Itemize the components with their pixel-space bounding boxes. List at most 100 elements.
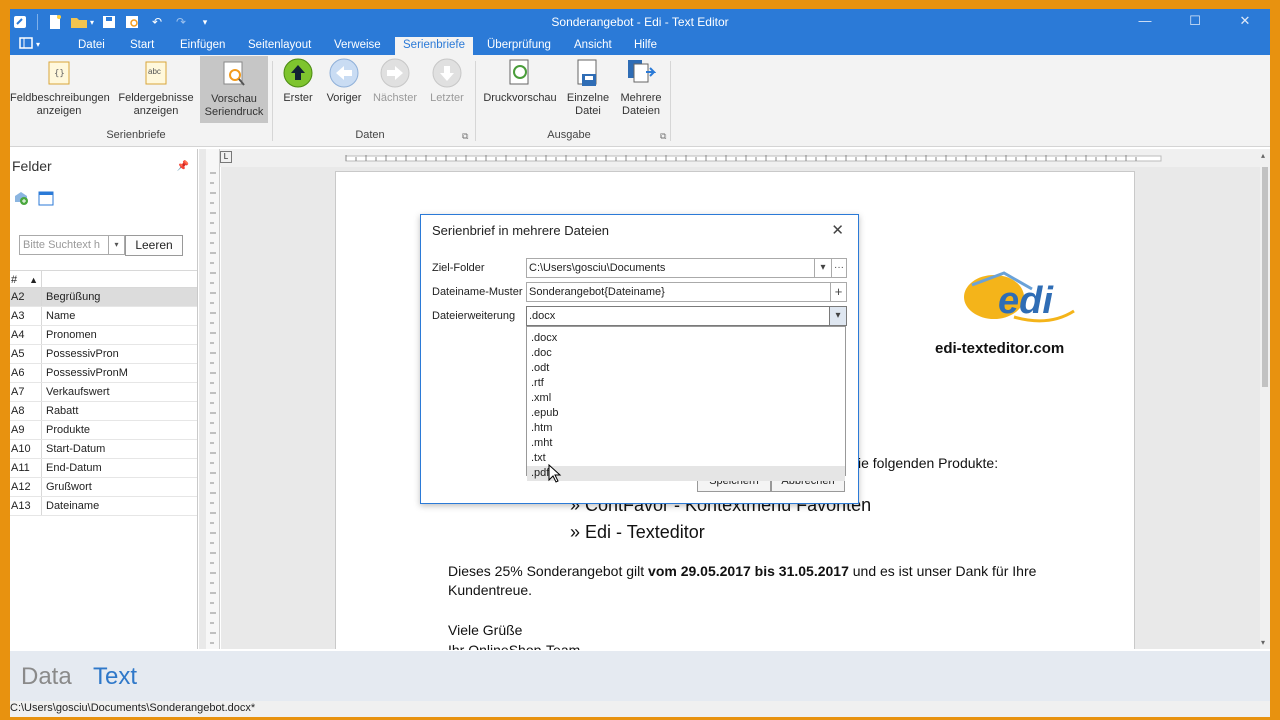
- field-id-cell: A13: [10, 497, 42, 515]
- field-name-cell: End-Datum: [46, 462, 102, 474]
- tab-ansicht[interactable]: Ansicht: [574, 37, 612, 55]
- table-row[interactable]: A3 Name: [10, 307, 197, 326]
- field-name-cell: Begrüßung: [46, 291, 101, 303]
- bottom-view-switcher: Data Text: [10, 651, 1270, 701]
- tab-datei[interactable]: Datei: [78, 37, 105, 55]
- field-search-input[interactable]: Bitte Suchtext h: [19, 235, 109, 255]
- first-record-button[interactable]: Erster: [280, 58, 316, 105]
- fields-panel-title: Felder: [12, 158, 52, 174]
- doc-paragraph-end: Kundentreue.: [448, 582, 533, 598]
- edi-logo: edi: [954, 267, 1084, 334]
- extension-dropdown-list: .docx .doc .odt .rtf .xml .epub .htm .mht .txt .p…: [526, 326, 846, 481]
- field-descriptions-label: Feldbeschreibungen anzeigen: [10, 92, 110, 117]
- extension-option[interactable]: .rtf: [527, 376, 845, 391]
- vertical-scrollbar[interactable]: ▴ ▾: [1260, 149, 1270, 649]
- field-name-cell: Verkaufswert: [46, 386, 110, 398]
- table-row[interactable]: A11 End-Datum: [10, 459, 197, 478]
- data-view-tab[interactable]: Data: [21, 663, 72, 691]
- col-hash-header[interactable]: # ▲: [10, 271, 42, 287]
- window-controls: — ☐ ✕: [1120, 9, 1270, 35]
- daten-dialog-launcher-icon[interactable]: ⧉: [462, 131, 468, 142]
- arrow-up-first-icon: [283, 58, 313, 88]
- close-icon[interactable]: ✕: [1220, 9, 1270, 35]
- multiple-files-button[interactable]: Mehrere Dateien: [617, 58, 665, 118]
- target-folder-input[interactable]: C:\Users\gosciu\Documents: [526, 258, 815, 278]
- scroll-down-icon[interactable]: ▾: [1261, 638, 1265, 647]
- add-field-icon[interactable]: [13, 190, 29, 209]
- first-label: Erster: [283, 92, 313, 104]
- field-id-cell: A7: [10, 383, 42, 401]
- ribbon: {} Feldbeschreibungen anzeigen abc Felde…: [10, 55, 1270, 147]
- field-id-cell: A12: [10, 478, 42, 496]
- next-record-button[interactable]: Nächster: [372, 58, 418, 105]
- extension-option[interactable]: .docx: [527, 331, 845, 346]
- scrollbar-thumb[interactable]: [1262, 167, 1268, 387]
- extension-option[interactable]: .xml: [527, 391, 845, 406]
- next-label: Nächster: [372, 92, 418, 104]
- field-id-cell: A2: [10, 288, 42, 306]
- extension-option[interactable]: .htm: [527, 421, 845, 436]
- filename-pattern-input[interactable]: Sonderangebot{Dateiname}: [526, 282, 831, 302]
- table-row[interactable]: A8 Rabatt: [10, 402, 197, 421]
- search-dropdown-icon[interactable]: ▾: [109, 235, 125, 255]
- insert-field-plus-icon[interactable]: +: [830, 282, 847, 302]
- doc-paragraph-text-a: Dieses 25% Sonderangebot gilt: [448, 563, 649, 579]
- show-field-descriptions-button[interactable]: {} Feldbeschreibungen anzeigen: [10, 58, 110, 118]
- file-extension-label: Dateierweiterung: [432, 310, 516, 322]
- table-row[interactable]: A13 Dateiname: [10, 497, 197, 516]
- field-name-cell: Name: [46, 310, 76, 322]
- folder-dropdown-icon[interactable]: ▾: [814, 258, 832, 278]
- field-id-cell: A6: [10, 364, 42, 382]
- single-file-icon: [573, 58, 603, 88]
- table-row[interactable]: A2 Begrüßung: [10, 288, 197, 307]
- ausgabe-dialog-launcher-icon[interactable]: ⧉: [660, 131, 666, 142]
- table-row[interactable]: A10 Start-Datum: [10, 440, 197, 459]
- table-row[interactable]: A12 Grußwort: [10, 478, 197, 497]
- panel-splitter[interactable]: [199, 149, 206, 649]
- tab-ueberpruefung[interactable]: Überprüfung: [487, 37, 551, 55]
- mouse-cursor-icon: [548, 463, 562, 487]
- scroll-up-icon[interactable]: ▴: [1261, 151, 1265, 160]
- calendar-icon[interactable]: [38, 190, 54, 209]
- table-row[interactable]: A7 Verkaufswert: [10, 383, 197, 402]
- tab-seitenlayout[interactable]: Seitenlayout: [248, 37, 311, 55]
- browse-folder-icon[interactable]: ···: [831, 258, 847, 278]
- extension-option[interactable]: .pdf: [527, 466, 845, 481]
- minimize-icon[interactable]: —: [1120, 9, 1170, 35]
- filename-pattern-label: Dateiname-Muster: [432, 286, 523, 298]
- extension-dropdown-icon[interactable]: ▾: [829, 306, 847, 326]
- table-row[interactable]: A5 PossessivPron: [10, 345, 197, 364]
- tab-serienbriefe[interactable]: Serienbriefe: [395, 37, 474, 55]
- tab-verweise[interactable]: Verweise: [334, 37, 381, 55]
- tab-hilfe[interactable]: Hilfe: [634, 37, 657, 55]
- pin-icon[interactable]: 📌: [177, 161, 189, 172]
- col-name-header[interactable]: [42, 271, 46, 287]
- extension-option[interactable]: .mht: [527, 436, 845, 451]
- tab-start[interactable]: Start: [130, 37, 154, 55]
- app-menu-icon[interactable]: ▾: [18, 36, 46, 53]
- single-file-button[interactable]: Einzelne Datei: [565, 58, 611, 118]
- dialog-close-icon[interactable]: ✕: [831, 221, 844, 239]
- clear-button[interactable]: Leeren: [125, 235, 183, 256]
- sort-ascending-icon: ▲: [29, 275, 39, 285]
- mail-merge-preview-button[interactable]: Vorschau Seriendruck: [200, 56, 268, 123]
- extension-option[interactable]: .epub: [527, 406, 845, 421]
- print-preview-button[interactable]: Druckvorschau: [482, 58, 558, 105]
- table-row[interactable]: A6 PossessivPronM: [10, 364, 197, 383]
- table-row[interactable]: A9 Produkte: [10, 421, 197, 440]
- field-id-cell: A10: [10, 440, 42, 458]
- extension-option[interactable]: .txt: [527, 451, 845, 466]
- extension-option[interactable]: .odt: [527, 361, 845, 376]
- table-row[interactable]: A4 Pronomen: [10, 326, 197, 345]
- text-view-tab[interactable]: Text: [93, 663, 137, 691]
- tab-stop-selector-icon[interactable]: L: [220, 151, 232, 163]
- fields-panel: Felder 📌 Bitte Suchtext h ▾ Leeren # ▲ A2…: [10, 149, 198, 649]
- maximize-icon[interactable]: ☐: [1170, 9, 1220, 35]
- tab-einfuegen[interactable]: Einfügen: [180, 37, 225, 55]
- show-field-results-button[interactable]: abc Feldergebnisse anzeigen: [118, 58, 194, 118]
- doc-closing-1: Viele Grüße: [448, 622, 523, 638]
- last-record-button[interactable]: Letzter: [426, 58, 468, 105]
- extension-option[interactable]: .doc: [527, 346, 845, 361]
- file-extension-select[interactable]: .docx: [526, 306, 846, 326]
- previous-record-button[interactable]: Voriger: [324, 58, 364, 105]
